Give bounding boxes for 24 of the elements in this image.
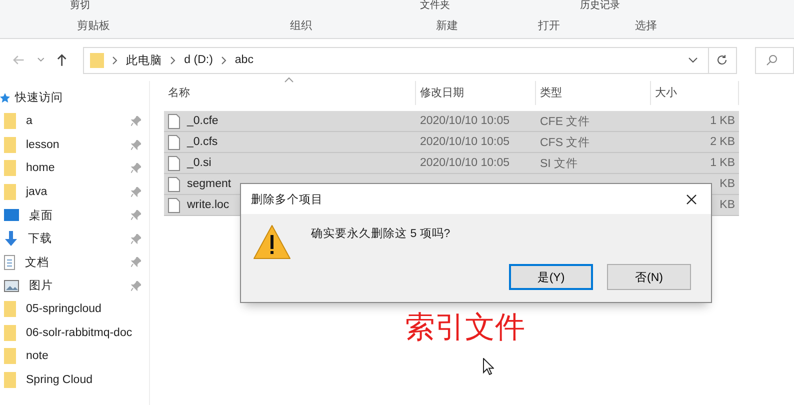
dialog-title: 删除多个项目 — [251, 192, 323, 206]
file-type: SI 文件 — [540, 156, 578, 170]
file-type: CFS 文件 — [540, 136, 590, 150]
file-size: 1 KB — [710, 157, 735, 169]
dialog-message: 确实要永久删除这 5 项吗? — [311, 226, 450, 242]
file-size: KB — [720, 178, 735, 190]
file-size: KB — [720, 199, 735, 211]
ribbon-group-label: 新建 — [436, 18, 458, 32]
file-name: _0.cfe — [187, 115, 218, 127]
modified-date: 2020/10/10 10:05 — [420, 157, 510, 169]
file-name: segment — [187, 178, 232, 190]
file-size: 1 KB — [710, 115, 735, 127]
file-size: 2 KB — [710, 136, 735, 148]
caption-text: 索引文件 — [405, 310, 525, 346]
modified-date: 2020/10/10 10:05 — [420, 115, 510, 127]
ribbon-group-label: 剪贴板 — [77, 18, 110, 32]
file-type: CFE 文件 — [540, 114, 590, 128]
file-name: _0.cfs — [187, 136, 218, 148]
modified-date: 2020/10/10 10:05 — [420, 136, 510, 148]
file-name: write.loc — [187, 199, 230, 211]
file-name: _0.si — [187, 157, 212, 169]
ribbon-group-label: 打开 — [538, 18, 560, 32]
ribbon-group-label: 组织 — [290, 18, 312, 32]
ribbon-group-label: 选择 — [635, 18, 657, 32]
